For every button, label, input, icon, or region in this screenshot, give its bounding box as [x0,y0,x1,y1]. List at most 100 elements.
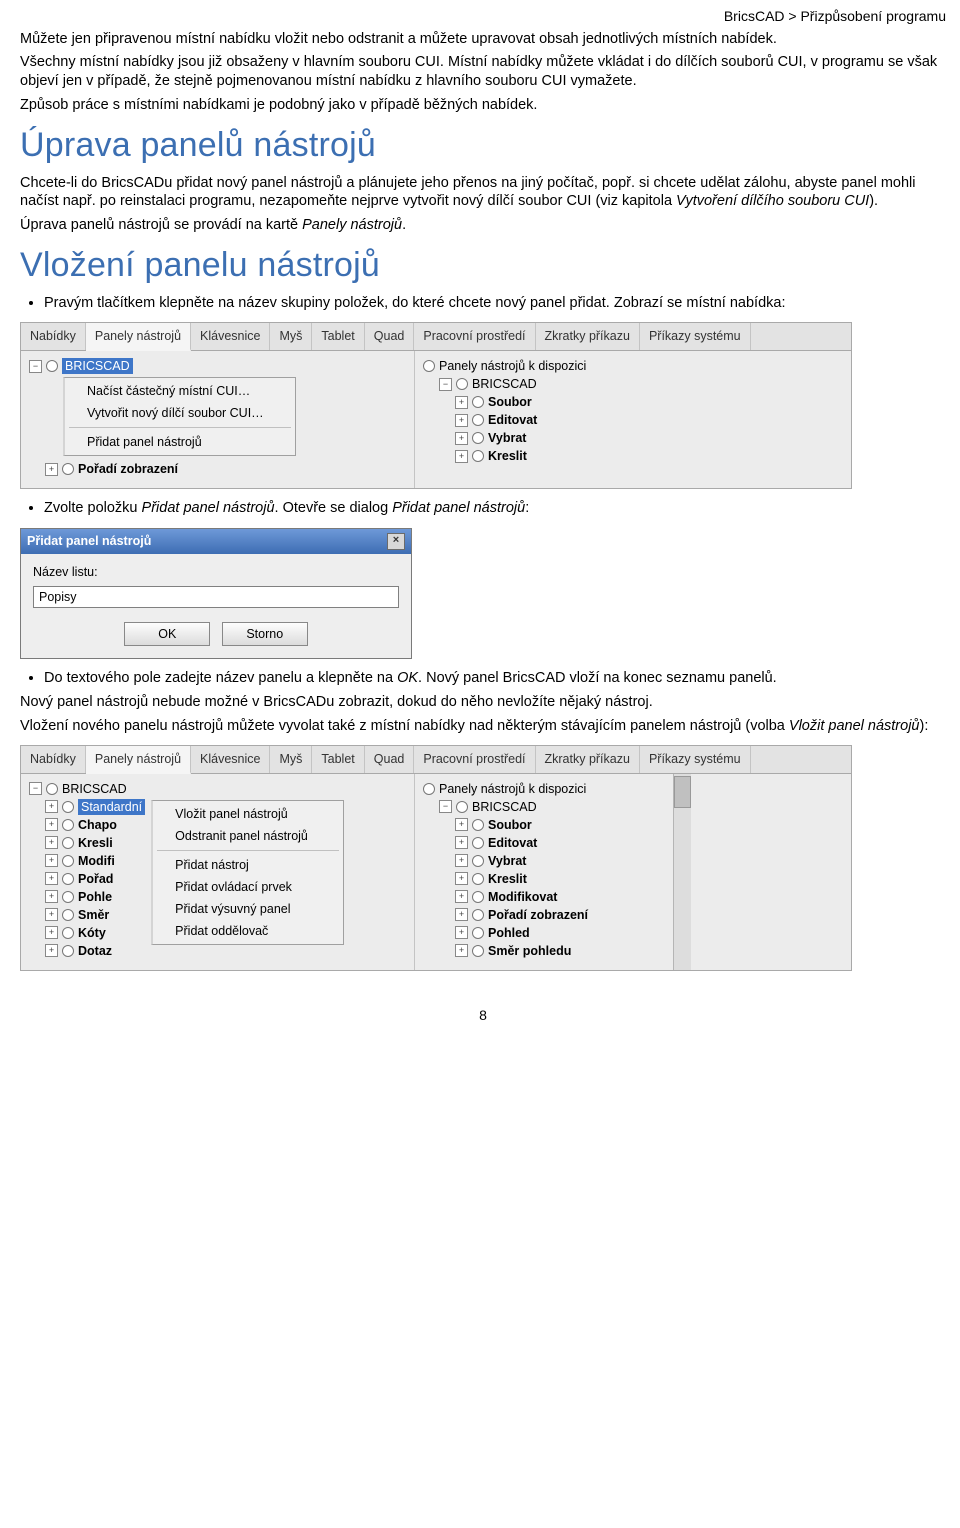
tab-prikazy-systemu[interactable]: Příkazy systému [640,323,751,350]
tree-root-bricscad[interactable]: BRICSCAD [62,358,133,374]
tab-pracovni-prostredi[interactable]: Pracovní prostředí [414,746,535,773]
expand-icon[interactable]: + [455,818,468,831]
tree-item[interactable]: Soubor [488,394,532,410]
expand-icon[interactable]: + [455,836,468,849]
radio-icon [472,927,484,939]
cancel-button[interactable]: Storno [222,622,308,646]
tree-item[interactable]: Směr pohledu [488,943,571,959]
toolbar-name-input[interactable] [33,586,399,608]
tree-root-bricscad[interactable]: BRICSCAD [62,781,127,797]
tab-pracovni-prostredi[interactable]: Pracovní prostředí [414,323,535,350]
tab-zkratky-prikazu[interactable]: Zkratky příkazu [536,746,640,773]
radio-icon [472,855,484,867]
tree-item[interactable]: Dotaz [78,943,112,959]
tree-item[interactable]: Vybrat [488,430,526,446]
expand-icon[interactable]: + [45,872,58,885]
after-p2: Vložení nového panelu nástrojů můžete vy… [20,717,946,736]
expand-icon[interactable]: − [439,800,452,813]
expand-icon[interactable]: + [45,818,58,831]
tab-panely-nastroju[interactable]: Panely nástrojů [86,323,191,351]
tree-item[interactable]: Kreslit [488,448,527,464]
page-number: 8 [20,1007,946,1025]
expand-icon[interactable]: + [455,890,468,903]
tab-panely-nastroju[interactable]: Panely nástrojů [86,746,191,774]
expand-icon[interactable]: − [439,378,452,391]
tree-item[interactable]: Pořad [78,871,113,887]
tree-item-standardni[interactable]: Standardní [78,799,145,815]
tree-item[interactable]: Pohled [488,925,530,941]
heading-vlozeni-panelu: Vložení panelu nástrojů [20,244,946,288]
tree-item[interactable]: Kresli [78,835,113,851]
ctx-remove-toolbar[interactable]: Odstranit panel nástrojů [153,825,343,847]
left-tree: − BRICSCAD + Standardní + Chapo + Kresli + M… [21,774,415,970]
tab-zkratky-prikazu[interactable]: Zkratky příkazu [536,323,640,350]
field-label-name: Název listu: [33,564,399,580]
expand-icon[interactable]: + [455,450,468,463]
tree-item[interactable]: Vybrat [488,853,526,869]
right-tree-root[interactable]: BRICSCAD [472,376,537,392]
expand-icon[interactable]: + [45,800,58,813]
expand-icon[interactable]: + [45,463,58,476]
expand-icon[interactable]: + [45,854,58,867]
expand-icon[interactable]: + [455,396,468,409]
ctx-add-control[interactable]: Přidat ovládací prvek [153,876,343,898]
tab-prikazy-systemu[interactable]: Příkazy systému [640,746,751,773]
tab-bar: Nabídky Panely nástrojů Klávesnice Myš T… [21,746,851,774]
close-icon[interactable]: × [387,533,405,550]
tab-quad[interactable]: Quad [365,746,415,773]
tab-mys[interactable]: Myš [270,746,312,773]
scrollbar[interactable] [673,774,691,970]
expand-icon[interactable]: + [455,854,468,867]
expand-icon[interactable]: + [455,432,468,445]
expand-icon[interactable]: + [455,908,468,921]
expand-icon[interactable]: + [455,872,468,885]
tree-item[interactable]: Editovat [488,835,537,851]
tab-nabidky[interactable]: Nabídky [21,746,86,773]
tree-item[interactable]: Směr [78,907,109,923]
tree-item[interactable]: Pořadí zobrazení [488,907,588,923]
intro-p1: Můžete jen připravenou místní nabídku vl… [20,30,946,49]
expand-icon[interactable]: + [455,414,468,427]
expand-icon[interactable]: + [45,944,58,957]
tab-quad[interactable]: Quad [365,323,415,350]
ctx-add-flyout[interactable]: Přidat výsuvný panel [153,898,343,920]
tree-item[interactable]: Editovat [488,412,537,428]
after-p1: Nový panel nástrojů nebude možné v Brics… [20,693,946,712]
ctx-create-new-cui[interactable]: Vytvořit nový dílčí soubor CUI… [65,402,295,424]
radio-icon [472,891,484,903]
radio-icon [472,396,484,408]
expand-icon[interactable]: + [455,926,468,939]
tree-item[interactable]: Kreslit [488,871,527,887]
tree-item[interactable]: Kóty [78,925,106,941]
tree-item[interactable]: Pohle [78,889,112,905]
tab-tablet[interactable]: Tablet [312,746,364,773]
bullet-1: Pravým tlačítkem klepněte na název skupi… [44,294,946,313]
expand-icon[interactable]: + [455,944,468,957]
expand-icon[interactable]: − [29,360,42,373]
tree-item[interactable]: Modifikovat [488,889,557,905]
ctx-insert-toolbar[interactable]: Vložit panel nástrojů [153,803,343,825]
radio-icon [62,855,74,867]
expand-icon[interactable]: + [45,926,58,939]
radio-icon [62,873,74,885]
tab-tablet[interactable]: Tablet [312,323,364,350]
ctx-load-partial-cui[interactable]: Načíst částečný místní CUI… [65,380,295,402]
expand-icon[interactable]: + [45,890,58,903]
tab-klavesnice[interactable]: Klávesnice [191,746,270,773]
tree-item[interactable]: Chapo [78,817,117,833]
tab-nabidky[interactable]: Nabídky [21,323,86,350]
expand-icon[interactable]: + [45,836,58,849]
ctx-add-separator[interactable]: Přidat oddělovač [153,920,343,942]
tree-item[interactable]: Modifi [78,853,115,869]
right-tree-root[interactable]: BRICSCAD [472,799,537,815]
expand-icon[interactable]: + [45,908,58,921]
radio-icon [62,819,74,831]
tab-mys[interactable]: Myš [270,323,312,350]
expand-icon[interactable]: − [29,782,42,795]
ok-button[interactable]: OK [124,622,210,646]
ctx-add-tool[interactable]: Přidat nástroj [153,854,343,876]
ctx-add-toolbar[interactable]: Přidat panel nástrojů [65,431,295,453]
tree-item[interactable]: Soubor [488,817,532,833]
tab-klavesnice[interactable]: Klávesnice [191,323,270,350]
tree-item-poradi[interactable]: Pořadí zobrazení [78,461,178,477]
